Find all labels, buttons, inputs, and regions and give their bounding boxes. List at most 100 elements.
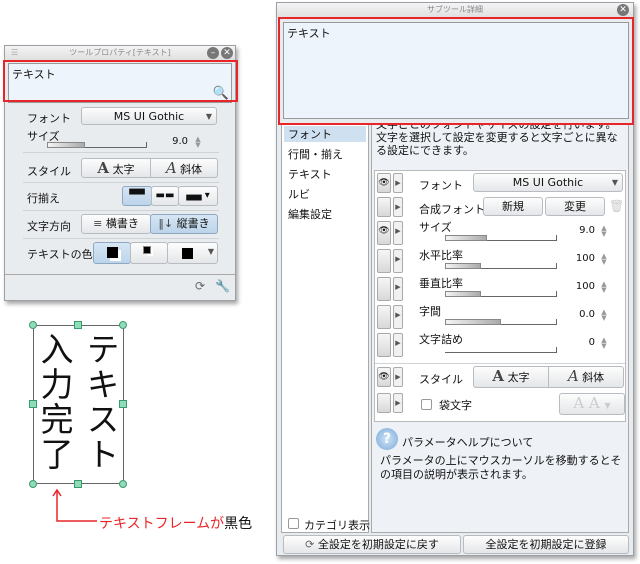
param-slider[interactable] (445, 263, 557, 269)
align-center-icon: ▬▬ (155, 190, 175, 201)
eye-icon[interactable]: 👁 (377, 221, 391, 245)
horizontal-button[interactable]: ≡ 横書き (81, 214, 151, 234)
settings-panel: 文字ごとのフォントやサイズの設定を行います。 文字を選択して設定を変更すると文字… (371, 123, 629, 533)
annotation-label: テキストフレームが黒色 (99, 513, 252, 533)
param-spinner[interactable]: ▲ ▼ (599, 337, 609, 350)
sub-color-icon (143, 246, 151, 254)
outline-style-select[interactable]: A A ▼ (559, 393, 625, 415)
chevron-down-icon: ▼ (604, 401, 611, 410)
param-value: 100 (575, 281, 595, 292)
eye-toggle-empty[interactable] (377, 277, 391, 301)
main-color-icon (107, 247, 118, 258)
change-button[interactable]: 変更 (545, 197, 605, 216)
bold-button[interactable]: A 太字 (473, 366, 549, 388)
vertical-label: 縦書き (176, 217, 210, 230)
param-slider[interactable] (445, 235, 557, 241)
bold-icon: A (97, 159, 110, 177)
font-select[interactable]: MS UI Gothic ▼ (473, 173, 623, 192)
expand-arrow[interactable]: ▶ (393, 333, 403, 357)
tool-property-titlebar[interactable]: ☰ ツールプロパティ[テキスト] – ✕ (5, 46, 235, 60)
eye-toggle-empty[interactable] (377, 305, 391, 329)
composite-font-label: 合成フォント (419, 203, 485, 216)
wrench-icon[interactable]: 🔧 (215, 279, 230, 293)
eye-toggle-empty[interactable] (377, 249, 391, 273)
resize-handle[interactable] (119, 400, 127, 408)
bold-button[interactable]: A 太字 (81, 158, 151, 178)
chevron-down-icon: ▼ (205, 112, 212, 121)
style-label: スタイル (419, 373, 463, 386)
param-spinner[interactable]: ▲ ▼ (599, 281, 609, 294)
expand-arrow[interactable]: ▶ (393, 305, 403, 329)
text-column-1: テキスト (81, 332, 120, 472)
vertical-button[interactable]: ‖↓ 縦書き (150, 214, 218, 234)
param-slider[interactable] (445, 291, 557, 297)
new-button[interactable]: 新規 (483, 197, 543, 216)
expand-arrow[interactable]: ▶ (393, 393, 403, 413)
resize-handle[interactable] (29, 400, 37, 408)
text-column-2: 入力完了 (35, 332, 74, 472)
font-select[interactable]: MS UI Gothic ▼ (81, 107, 217, 125)
category-display-checkbox[interactable] (288, 518, 299, 529)
expand-arrow[interactable]: ▶ (393, 367, 403, 387)
align-bottom-button[interactable]: ▄▄ ▾ (178, 186, 218, 206)
category-item-ruby[interactable]: ルビ (288, 186, 310, 202)
size-spinner[interactable]: ▲ ▼ (193, 136, 203, 149)
resize-handle[interactable] (74, 480, 82, 488)
resize-handle[interactable] (29, 321, 37, 329)
resize-handle[interactable] (119, 480, 127, 488)
outline-checkbox[interactable] (421, 399, 432, 410)
category-item-text[interactable]: テキスト (288, 166, 332, 182)
change-label: 変更 (564, 200, 586, 213)
expand-arrow[interactable]: ▶ (393, 173, 403, 193)
sub-color-button[interactable] (130, 242, 168, 264)
eye-toggle-empty[interactable] (377, 333, 391, 357)
align-top-button[interactable]: ▀▀ (122, 186, 152, 206)
param-slider[interactable] (445, 319, 557, 325)
minimize-icon[interactable]: – (207, 47, 219, 59)
category-item-font[interactable]: フォント (284, 126, 366, 142)
align-center-button[interactable]: ▬▬ (151, 186, 179, 206)
vertical-text-icon: ‖↓ (158, 217, 174, 230)
menu-icon[interactable]: ☰ (11, 46, 18, 60)
param-spinner[interactable]: ▲ ▼ (599, 309, 609, 322)
resize-handle[interactable] (29, 480, 37, 488)
category-item-edit[interactable]: 編集設定 (288, 206, 332, 222)
category-description: 文字ごとのフォントやサイズの設定を行います。 文字を選択して設定を変更すると文字… (376, 124, 626, 167)
param-slider[interactable] (445, 347, 557, 353)
category-label: ルビ (288, 188, 310, 201)
highlight-box (3, 60, 238, 102)
param-spinner[interactable]: ▲ ▼ (599, 225, 609, 238)
close-icon[interactable]: ✕ (221, 47, 233, 59)
resize-handle[interactable] (74, 321, 82, 329)
eye-toggle-empty[interactable] (377, 393, 391, 413)
register-all-button[interactable]: 全設定を初期設定に登録 (463, 535, 629, 554)
param-value: 0.0 (579, 309, 595, 320)
close-icon[interactable]: ✕ (617, 4, 629, 16)
annotation-black-text: 黒色 (224, 516, 253, 532)
color-picker-button[interactable]: ▼ (167, 242, 218, 264)
expand-arrow[interactable]: ▶ (393, 221, 403, 245)
italic-button[interactable]: A 斜体 (548, 366, 624, 388)
param-spinner[interactable]: ▲ ▼ (599, 253, 609, 266)
expand-arrow[interactable]: ▶ (393, 277, 403, 301)
reset-icon[interactable]: ⟳ (195, 279, 205, 293)
sub-tool-detail-titlebar[interactable]: サブツール詳細 ✕ (277, 3, 633, 17)
italic-button[interactable]: A 斜体 (150, 158, 218, 178)
resize-handle[interactable] (119, 321, 127, 329)
help-icon: ? (376, 428, 398, 450)
main-color-button[interactable] (93, 242, 131, 264)
reset-all-button[interactable]: ⟳ 全設定を初期設定に戻す (283, 535, 461, 554)
text-frame[interactable]: テキスト 入力完了 (33, 325, 124, 484)
size-slider[interactable] (47, 142, 147, 148)
param-label: 字間 (419, 305, 441, 318)
eye-icon[interactable]: 👁 (377, 173, 391, 193)
eye-icon[interactable]: 👁 (377, 367, 391, 387)
trash-icon[interactable]: 🗑 (609, 199, 624, 213)
outline-label: 袋文字 (439, 399, 472, 412)
expand-arrow[interactable]: ▶ (393, 249, 403, 273)
category-item-leading[interactable]: 行間・揃え (288, 146, 343, 162)
align-top-icon: ▀▀ (129, 190, 145, 201)
eye-toggle-empty[interactable] (377, 197, 391, 217)
font-label: フォント (27, 112, 71, 125)
expand-arrow[interactable]: ▶ (393, 197, 403, 217)
